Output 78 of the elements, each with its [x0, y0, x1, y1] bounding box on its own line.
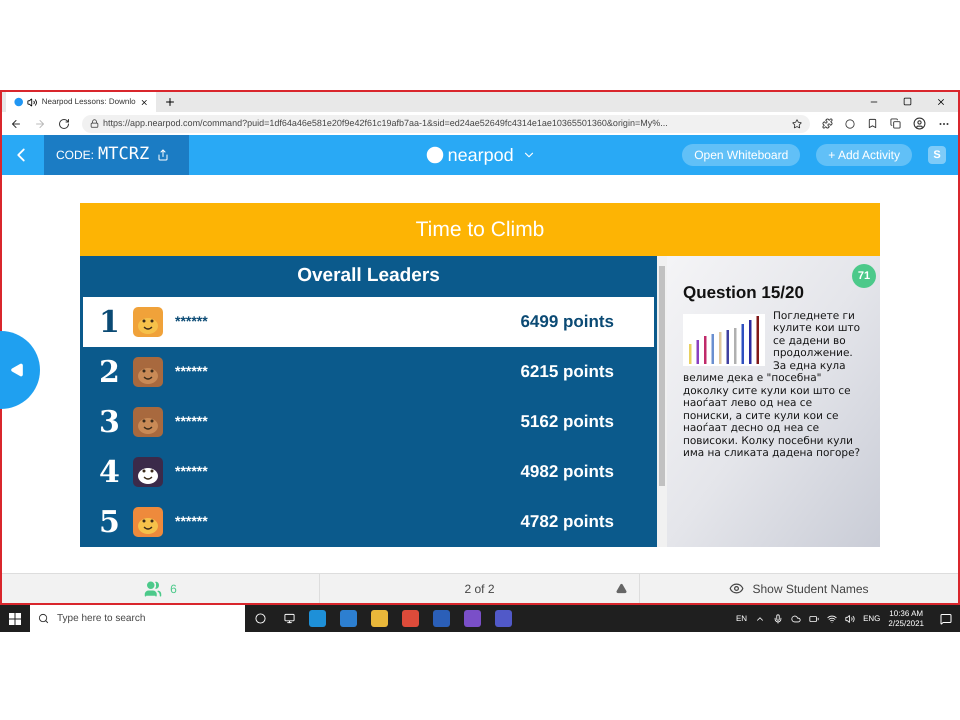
bear-avatar-icon — [133, 357, 163, 387]
question-text-continued: велиме дека е "посебна" доколку сите кули кои што се наоѓаат лево од неа се пониски, а сите кули кои се наоѓаат десно од неа се повисоки. Колку посебни кули има на сликата дадена погоре? — [683, 372, 862, 460]
show-names-button[interactable]: Show Student Names — [640, 580, 958, 598]
favorites-icon[interactable] — [867, 118, 878, 129]
language-indicator: ENG — [863, 612, 880, 624]
scrollbar-track[interactable] — [657, 256, 667, 547]
fox-avatar-icon — [133, 507, 163, 537]
windows-logo-icon[interactable] — [9, 612, 21, 624]
taskbar-app-icon[interactable] — [495, 610, 512, 627]
logo-text: nearpod — [448, 144, 514, 167]
taskbar-app-icon[interactable] — [371, 610, 388, 627]
taskbar-app-icon[interactable] — [464, 610, 481, 627]
wifi-icon — [827, 614, 838, 624]
taskbar-search-field[interactable]: Type here to search — [30, 605, 245, 632]
points-text: 6499 points — [520, 311, 614, 334]
favorite-icon[interactable] — [792, 118, 802, 128]
rank-number: 2 — [99, 354, 121, 392]
site-logo-icon — [14, 97, 24, 107]
student-name: ****** — [175, 312, 208, 331]
points-text: 6215 points — [520, 361, 614, 384]
student-name: ****** — [175, 362, 208, 381]
notifications-icon[interactable] — [940, 612, 952, 624]
student-count: 6 — [170, 580, 177, 598]
points-text: 4782 points — [520, 511, 614, 534]
score-badge: 71 — [852, 264, 876, 288]
penguin-avatar-icon — [133, 457, 163, 487]
close-icon[interactable] — [936, 97, 946, 107]
reload-icon[interactable] — [58, 118, 70, 130]
student-name: ****** — [175, 462, 208, 481]
address-field[interactable]: https://app.nearpod.com/command?puid=1df64a46e581e20f9e42f61c19afb7aa-1&sid=ed24ae52649fc4314e1ae10365501360&origin=My%... — [82, 114, 810, 132]
taskbar-app-icon[interactable] — [340, 610, 357, 627]
page-indicator: 2 of 2 — [464, 580, 495, 598]
eye-icon — [729, 581, 744, 596]
points-text: 4982 points — [520, 461, 614, 484]
code-value: MTCRZ — [98, 143, 150, 166]
cloud-icon — [791, 614, 802, 624]
rank-number: 3 — [99, 404, 121, 442]
browser-tab[interactable]: Nearpod Lessons: Downlo — [6, 92, 156, 112]
code-label: CODE: — [56, 147, 94, 164]
search-icon — [38, 613, 49, 624]
extension-icon[interactable] — [822, 118, 833, 129]
lion-avatar-icon — [133, 307, 163, 337]
points-text: 5162 points — [520, 411, 614, 434]
nearpod-logo-icon — [426, 146, 444, 164]
speaker-icon — [27, 96, 38, 108]
leaderboard-title: Overall Leaders — [297, 264, 440, 288]
up-triangle-icon[interactable] — [616, 583, 627, 594]
clock-date: 2/25/2021 — [888, 618, 924, 628]
banner-title: Time to Climb — [416, 216, 544, 243]
url-text: https://app.nearpod.com/command?puid=1df64a46e581e20f9e42f61c19afb7aa-1&sid=ed24ae52649fc4314e1ae10365501360&origin=My%... — [103, 116, 668, 130]
taskbar-app-icon[interactable] — [309, 610, 326, 627]
volume-icon — [845, 614, 856, 624]
students-icon — [144, 580, 162, 598]
question-text: Погледнете ги кулите кои што се дадени во продолжение. За една кула — [773, 310, 862, 372]
close-tab-icon[interactable] — [140, 98, 148, 106]
clock-time: 10:36 AM — [889, 608, 924, 618]
rank-number: 1 — [99, 304, 121, 342]
scrollbar-thumb[interactable] — [659, 266, 665, 486]
rank-number: 5 — [99, 504, 121, 542]
left-triangle-icon — [10, 363, 24, 377]
tab-title: Nearpod Lessons: Downlo — [42, 96, 136, 108]
bear-avatar-icon — [133, 407, 163, 437]
student-name: ****** — [175, 512, 208, 531]
mic-icon — [773, 614, 784, 624]
question-title: Question 15/20 — [683, 282, 805, 304]
student-name: ****** — [175, 412, 208, 431]
taskbar-app-icon[interactable] — [402, 610, 419, 627]
search-placeholder: Type here to search — [57, 612, 146, 626]
new-tab-icon[interactable] — [164, 96, 176, 108]
maximize-icon[interactable] — [903, 97, 912, 106]
share-icon[interactable] — [157, 149, 170, 161]
lock-icon — [90, 119, 99, 128]
rank-number: 4 — [99, 454, 121, 492]
input-language: EN — [736, 612, 748, 624]
collections-icon[interactable] — [890, 118, 901, 129]
battery-icon — [809, 614, 820, 624]
back-icon[interactable] — [10, 118, 22, 130]
profile-icon[interactable] — [913, 117, 926, 130]
